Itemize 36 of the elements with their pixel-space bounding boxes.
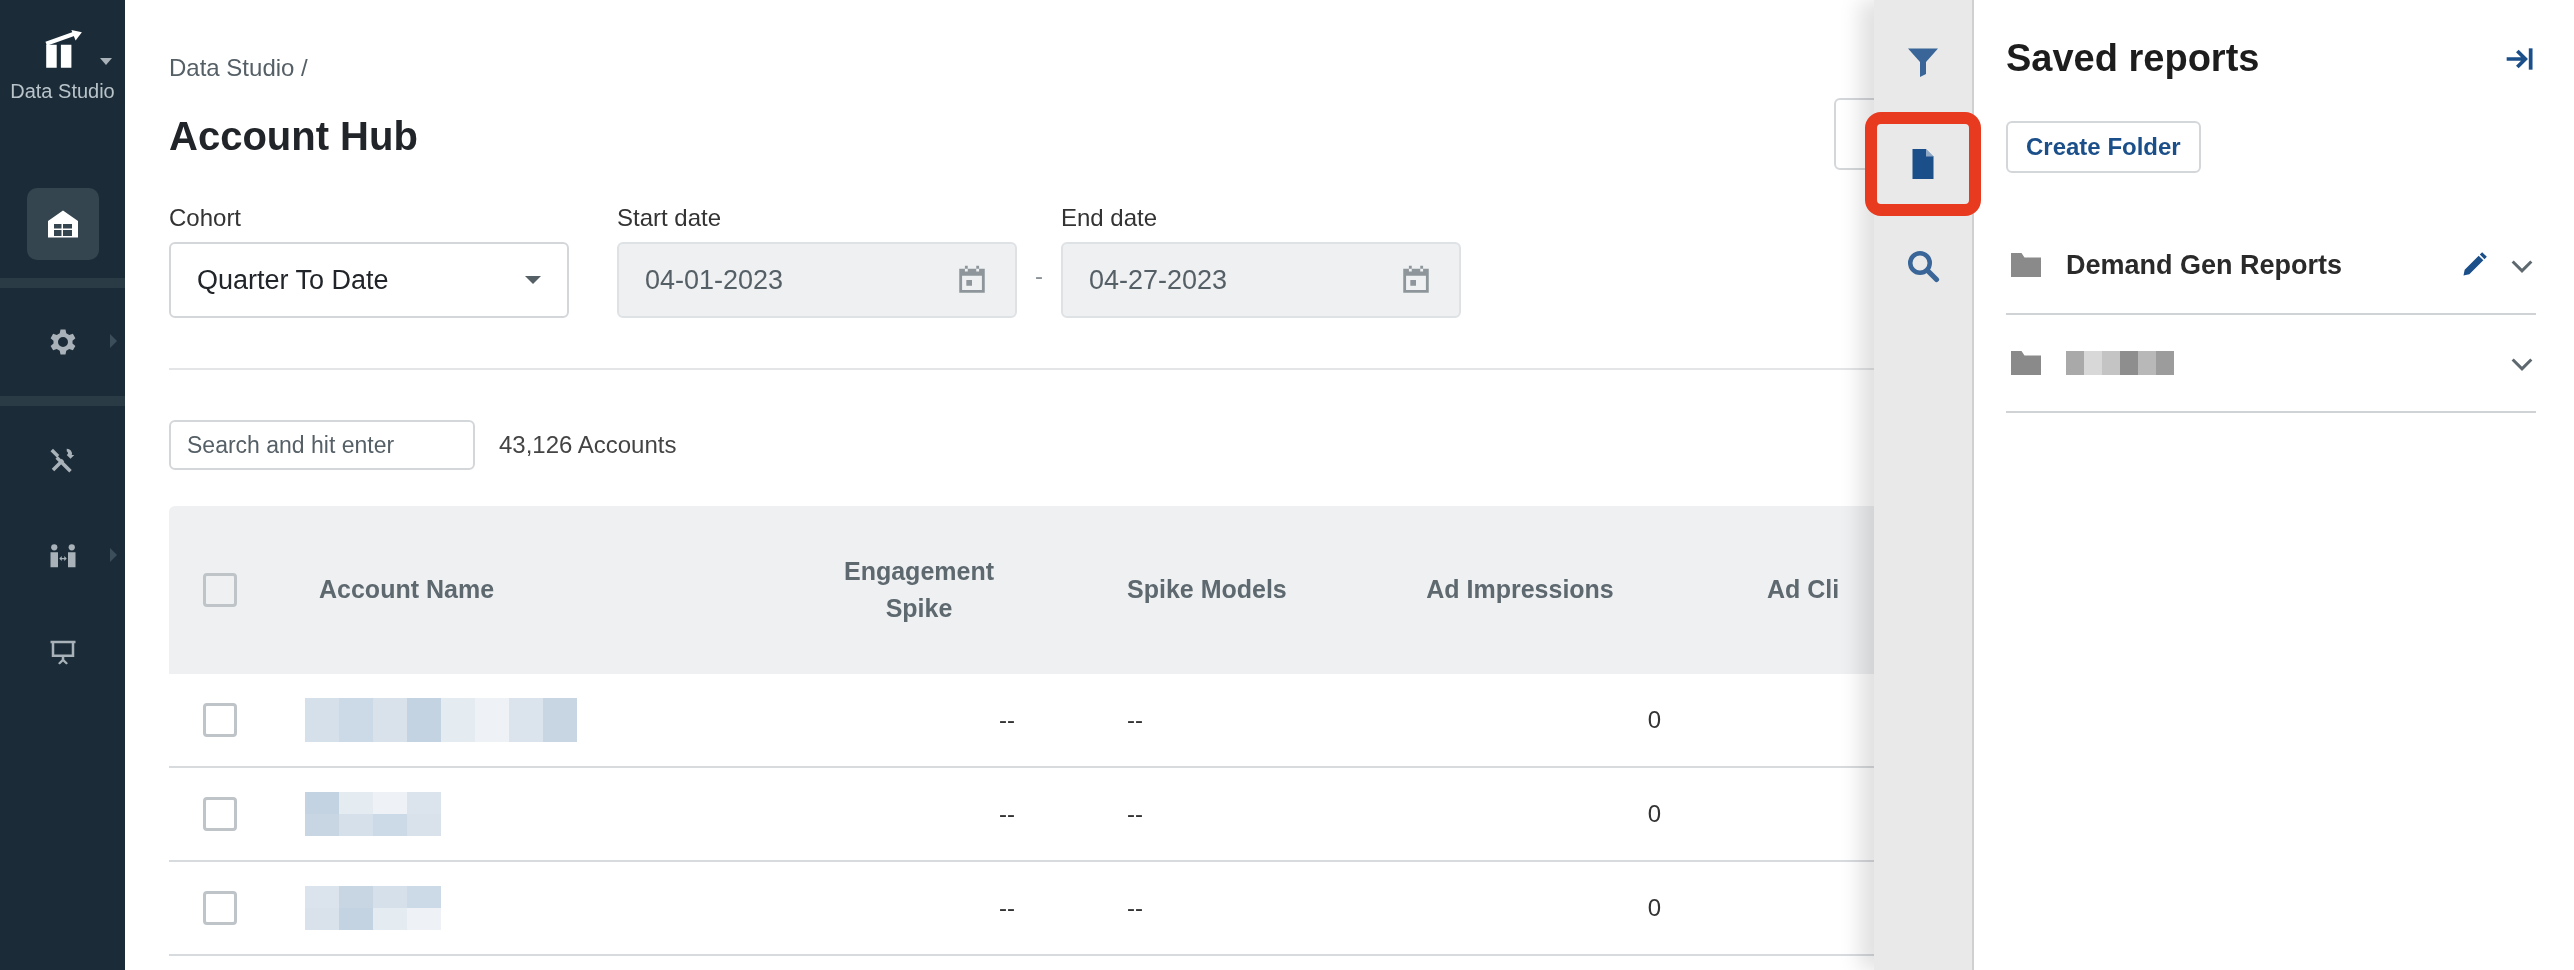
table-cell: -- xyxy=(1127,706,1143,733)
table-cell: 0 xyxy=(1647,800,1661,827)
caret-icon xyxy=(525,276,541,284)
select-all-checkbox[interactable] xyxy=(203,573,237,607)
table-cell: 0 xyxy=(1647,706,1661,733)
brand-name: Data Studio xyxy=(10,79,115,104)
row-checkbox[interactable] xyxy=(203,797,237,831)
cohort-dropdown[interactable]: Quarter To Date xyxy=(169,242,569,318)
column-header[interactable]: Ad Cli xyxy=(1767,575,1840,604)
search-icon xyxy=(1905,248,1941,284)
page-title: Account Hub xyxy=(169,113,418,160)
field-label: End date xyxy=(1061,203,1159,233)
table-cell: -- xyxy=(999,706,1015,733)
column-header[interactable]: Engagement Spike xyxy=(844,552,994,628)
column-header[interactable]: Ad Impressions xyxy=(1426,575,1614,604)
column-header[interactable]: Spike Models xyxy=(1127,575,1287,604)
table-cell: -- xyxy=(1127,800,1143,827)
create-folder-button[interactable]: Create Folder xyxy=(2006,121,2201,173)
row-checkbox[interactable] xyxy=(203,703,237,737)
folder-item[interactable]: Demand Gen Reports xyxy=(2006,217,2536,315)
panel-title: Saved reports xyxy=(2006,36,2260,81)
submenu-caret-icon xyxy=(110,548,117,562)
field-label: Cohort xyxy=(169,203,243,233)
submenu-caret-icon xyxy=(110,334,117,348)
table-cell: -- xyxy=(1127,894,1143,921)
account-count: 43,126 Accounts xyxy=(499,430,677,460)
search-field[interactable]: Search and hit enter xyxy=(169,420,475,470)
table-cell: -- xyxy=(999,800,1015,827)
column-header[interactable]: Account Name xyxy=(319,575,495,604)
table-cell: 0 xyxy=(1647,894,1661,921)
date-separator: - xyxy=(1035,261,1043,291)
field-label: Start date xyxy=(617,203,723,233)
breadcrumb-link[interactable]: Data Studio / xyxy=(169,50,1874,86)
table-cell: -- xyxy=(999,894,1015,921)
row-checkbox[interactable] xyxy=(203,891,237,925)
caret-icon xyxy=(100,58,112,65)
